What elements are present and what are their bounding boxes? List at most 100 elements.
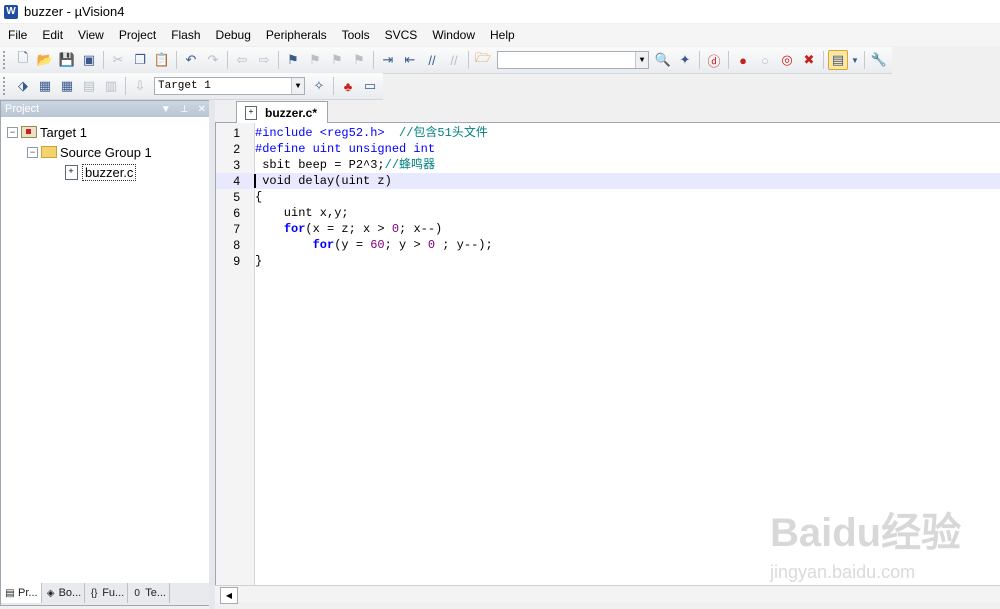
- find-in-files-icon[interactable]: 🗁: [473, 50, 493, 70]
- menu-view[interactable]: View: [70, 24, 111, 46]
- collapse-icon[interactable]: −: [7, 126, 18, 138]
- enable-breakpoint-icon[interactable]: ○: [755, 50, 775, 70]
- download-icon[interactable]: ⇩: [130, 76, 150, 96]
- tree-node-file[interactable]: + buzzer.c: [63, 163, 137, 181]
- tab-templates[interactable]: 0 Te...: [128, 583, 170, 603]
- kill-all-breakpoints-icon[interactable]: ✖: [799, 50, 819, 70]
- scroll-left-icon[interactable]: ◀: [220, 587, 238, 604]
- collapse-icon[interactable]: −: [27, 146, 38, 158]
- pin-icon[interactable]: ⊥: [180, 104, 189, 115]
- tree-node-target[interactable]: − Target 1: [7, 123, 87, 141]
- code-token: #include <reg52.h>: [255, 126, 400, 140]
- tab-functions[interactable]: {} Fu...: [85, 583, 129, 603]
- close-icon[interactable]: ✕: [198, 104, 206, 115]
- menu-file[interactable]: File: [0, 24, 34, 46]
- copy-icon[interactable]: ❐: [130, 50, 150, 70]
- configure-icon[interactable]: 🔧: [869, 50, 889, 70]
- target-icon: [21, 125, 37, 139]
- tree-label-file: buzzer.c: [82, 163, 137, 181]
- indent-icon[interactable]: ⇥: [378, 50, 398, 70]
- code-lines: 1 #include <reg52.h> //包含51头文件 2 #define ui…: [216, 125, 1000, 269]
- save-all-icon[interactable]: ▣: [79, 50, 99, 70]
- menu-window[interactable]: Window: [424, 24, 482, 46]
- build-icon[interactable]: ▦: [35, 76, 55, 96]
- code-line[interactable]: 8 for(y = 60; y > 0 ; y--);: [216, 237, 1000, 253]
- redo-icon[interactable]: ↷: [203, 50, 223, 70]
- editor-tab-strip: + buzzer.c*: [215, 100, 1000, 123]
- batch-build-icon[interactable]: ▤: [79, 76, 99, 96]
- undo-icon[interactable]: ↶: [181, 50, 201, 70]
- tab-books[interactable]: ◈ Bo...: [42, 583, 86, 603]
- bookmark-clear-icon[interactable]: ⚑: [349, 50, 369, 70]
- code-text: for(x = z; x > 0; x--): [255, 221, 442, 237]
- code-token: for: [312, 238, 335, 252]
- editor-tab-buzzer[interactable]: + buzzer.c*: [236, 101, 329, 123]
- menu-project[interactable]: Project: [111, 24, 163, 46]
- new-file-icon[interactable]: 🗋: [13, 50, 33, 70]
- incremental-find-icon[interactable]: ✦: [675, 50, 695, 70]
- project-panel-title: Project: [5, 103, 40, 115]
- toolbar-grip[interactable]: [3, 51, 8, 69]
- target-options-icon[interactable]: ✧: [309, 76, 329, 96]
- line-number: 4: [233, 174, 240, 188]
- chevron-down-icon[interactable]: ▼: [635, 52, 648, 68]
- paste-icon[interactable]: 📋: [152, 50, 172, 70]
- code-token: //蜂鸣器: [384, 158, 436, 172]
- chevron-down-icon[interactable]: ▼: [291, 78, 304, 94]
- window-layout-icon[interactable]: ▤: [828, 50, 848, 70]
- translate-icon[interactable]: ⬗: [13, 76, 33, 96]
- window-layout-dropdown-icon[interactable]: ▼: [850, 50, 860, 70]
- code-line[interactable]: 2 #define uint unsigned int: [216, 141, 1000, 157]
- manage-components-icon[interactable]: ♣: [338, 76, 358, 96]
- open-file-icon[interactable]: 📂: [35, 50, 55, 70]
- menu-edit[interactable]: Edit: [34, 24, 70, 46]
- menu-svcs[interactable]: SVCS: [377, 24, 425, 46]
- start-debug-icon[interactable]: ⓓ: [704, 50, 724, 70]
- line-number: 6: [233, 206, 240, 220]
- save-icon[interactable]: 💾: [57, 50, 77, 70]
- bookmark-next-icon[interactable]: ⚑: [327, 50, 347, 70]
- code-line[interactable]: 3 sbit beep = P2^3;//蜂鸣器: [216, 157, 1000, 173]
- bookmark-prev-icon[interactable]: ⚑: [305, 50, 325, 70]
- cut-icon[interactable]: ✂: [108, 50, 128, 70]
- unindent-icon[interactable]: ⇤: [400, 50, 420, 70]
- comment-icon[interactable]: //: [422, 50, 442, 70]
- horizontal-scrollbar[interactable]: ◀: [215, 585, 1000, 604]
- code-line[interactable]: 6 uint x,y;: [216, 205, 1000, 221]
- menu-debug[interactable]: Debug: [208, 24, 258, 46]
- rebuild-icon[interactable]: ▦: [57, 76, 77, 96]
- bookmark-toggle-icon[interactable]: ⚑: [283, 50, 303, 70]
- code-line[interactable]: 7 for(x = z; x > 0; x--): [216, 221, 1000, 237]
- tab-templates-label: Te...: [145, 587, 166, 599]
- uncomment-icon[interactable]: //: [444, 50, 464, 70]
- code-line[interactable]: 5{: [216, 189, 1000, 205]
- line-number: 8: [233, 238, 240, 252]
- code-text: #include <reg52.h> //包含51头文件: [255, 125, 488, 141]
- nav-forward-icon[interactable]: ⇨: [254, 50, 274, 70]
- folder-icon: [41, 145, 57, 159]
- find-icon[interactable]: 🔍: [653, 50, 673, 70]
- functions-tab-icon: {}: [90, 587, 98, 599]
- nav-back-icon[interactable]: ⇦: [232, 50, 252, 70]
- target-select[interactable]: Target 1 ▼: [154, 77, 305, 95]
- insert-breakpoint-icon[interactable]: ●: [733, 50, 753, 70]
- toolbar-separator: [468, 51, 469, 69]
- tab-project[interactable]: ▤ Pr...: [1, 583, 42, 603]
- panel-menu-icon[interactable]: ▼: [161, 104, 171, 115]
- toolbar-grip[interactable]: [3, 77, 8, 95]
- find-combo[interactable]: ▼: [497, 51, 649, 69]
- code-token: uint x,y;: [255, 206, 349, 220]
- select-packs-icon[interactable]: ▭: [360, 76, 380, 96]
- menu-tools[interactable]: Tools: [334, 24, 377, 46]
- menu-peripherals[interactable]: Peripherals: [258, 24, 334, 46]
- tree-node-group[interactable]: − Source Group 1: [27, 143, 152, 161]
- code-line[interactable]: 9}: [216, 253, 1000, 269]
- stop-build-icon[interactable]: ▥: [101, 76, 121, 96]
- menu-help[interactable]: Help: [482, 24, 522, 46]
- menu-flash[interactable]: Flash: [163, 24, 207, 46]
- code-line[interactable]: 4 void delay(uint z): [216, 173, 1000, 189]
- toolbar-separator: [373, 51, 374, 69]
- code-line[interactable]: 1 #include <reg52.h> //包含51头文件: [216, 125, 1000, 141]
- disable-all-breakpoints-icon[interactable]: ◎: [777, 50, 797, 70]
